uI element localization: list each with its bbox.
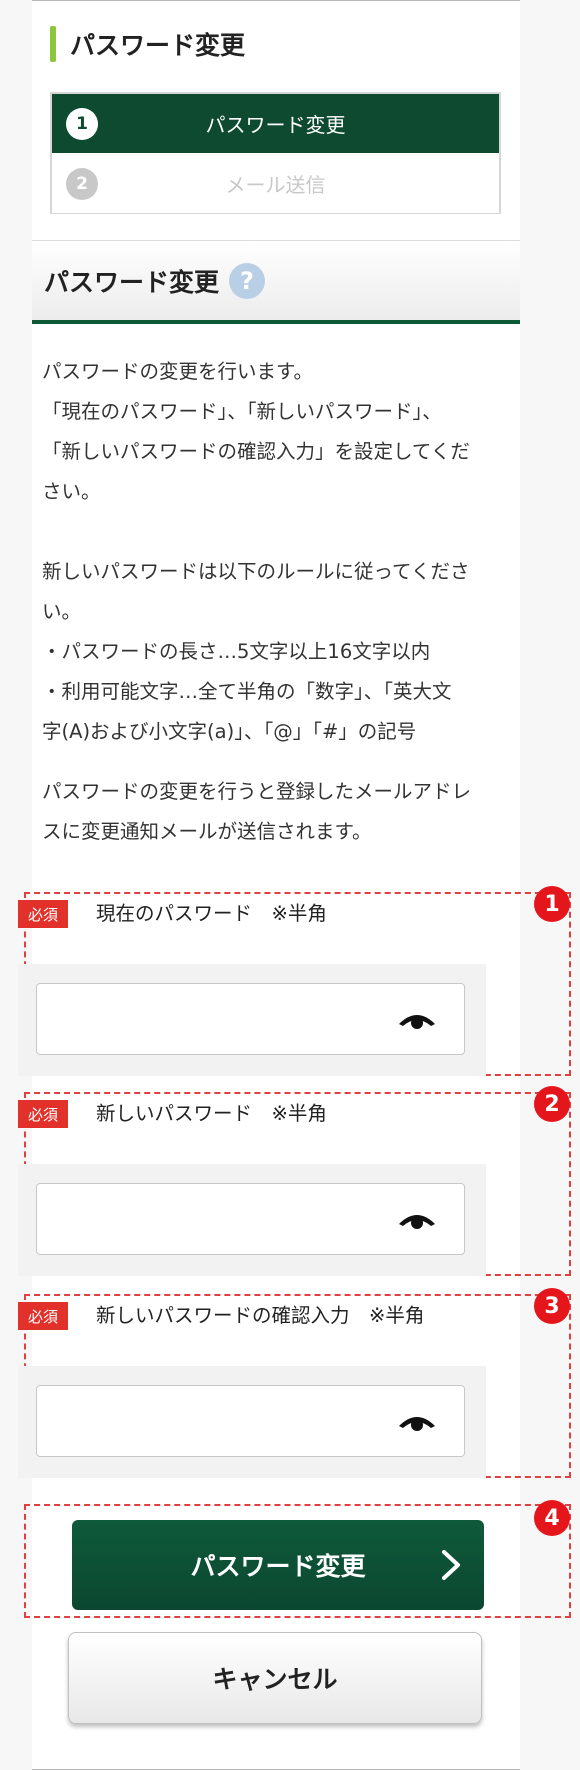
current-password-input[interactable] [36,983,465,1055]
step-indicator: 1 パスワード変更 2 メール送信 [50,92,501,214]
callout-marker-1: 1 [534,886,570,922]
new-password-input[interactable] [36,1183,465,1255]
confirm-password-input[interactable] [36,1385,465,1457]
eye-icon[interactable] [398,1410,436,1434]
step-1: 1 パスワード変更 [52,94,499,153]
description-line: い。 [42,600,82,623]
eye-icon[interactable] [398,1208,436,1232]
title-accent-bar [50,26,56,62]
chevron-right-icon [442,1550,460,1580]
submit-label: パスワード変更 [190,1552,366,1581]
required-badge: 必須 [18,1302,68,1330]
required-badge: 必須 [18,900,68,928]
description: パスワードの変更を行います。 「現在のパスワード」、「新しいパスワード」、 「新… [42,352,512,852]
description-line: パスワードの変更を行うと登録したメールアドレ [42,780,472,803]
callout-marker-2: 2 [534,1086,570,1122]
help-icon[interactable]: ? [229,262,266,299]
eye-icon[interactable] [398,1008,436,1032]
step-2: 2 メール送信 [52,154,499,213]
section-title: パスワード変更 [44,267,220,297]
callout-marker-3: 3 [534,1288,570,1324]
description-line: 字(A)および小文字(a)」、「@」「#」の記号 [42,720,417,743]
section-header: パスワード変更 ? [32,240,520,324]
field-label: 新しいパスワードの確認入力 ※半角 [96,1304,425,1327]
field-label: 新しいパスワード ※半角 [96,1102,327,1125]
description-line: 「新しいパスワードの確認入力」を設定してくだ [42,440,470,463]
page-title: パスワード変更 [50,24,245,64]
step-label: パスワード変更 [205,113,346,137]
input-container [18,1366,486,1478]
change-password-button[interactable]: パスワード変更 [72,1520,484,1610]
description-line: スに変更通知メールが送信されます。 [42,820,372,843]
description-line: ・パスワードの長さ…5文字以上16文字以内 [42,640,431,663]
step-number: 1 [66,107,98,140]
page-title-text: パスワード変更 [70,31,246,60]
description-line: 「現在のパスワード」、「新しいパスワード」、 [42,400,442,423]
callout-marker-4: 4 [534,1500,570,1536]
cancel-button[interactable]: キャンセル [68,1632,482,1724]
input-container [18,1164,486,1276]
input-container [18,964,486,1076]
required-badge: 必須 [18,1100,68,1128]
description-line: ・利用可能文字…全て半角の「数字」、「英大文 [42,680,452,703]
description-line: 新しいパスワードは以下のルールに従ってくださ [42,560,470,583]
field-label: 現在のパスワード ※半角 [96,902,327,925]
step-label: メール送信 [225,173,326,197]
submit-group: パスワード変更 [24,1504,571,1618]
step-number: 2 [66,167,98,200]
description-line: さい。 [42,480,101,503]
description-line: パスワードの変更を行います。 [42,360,314,383]
